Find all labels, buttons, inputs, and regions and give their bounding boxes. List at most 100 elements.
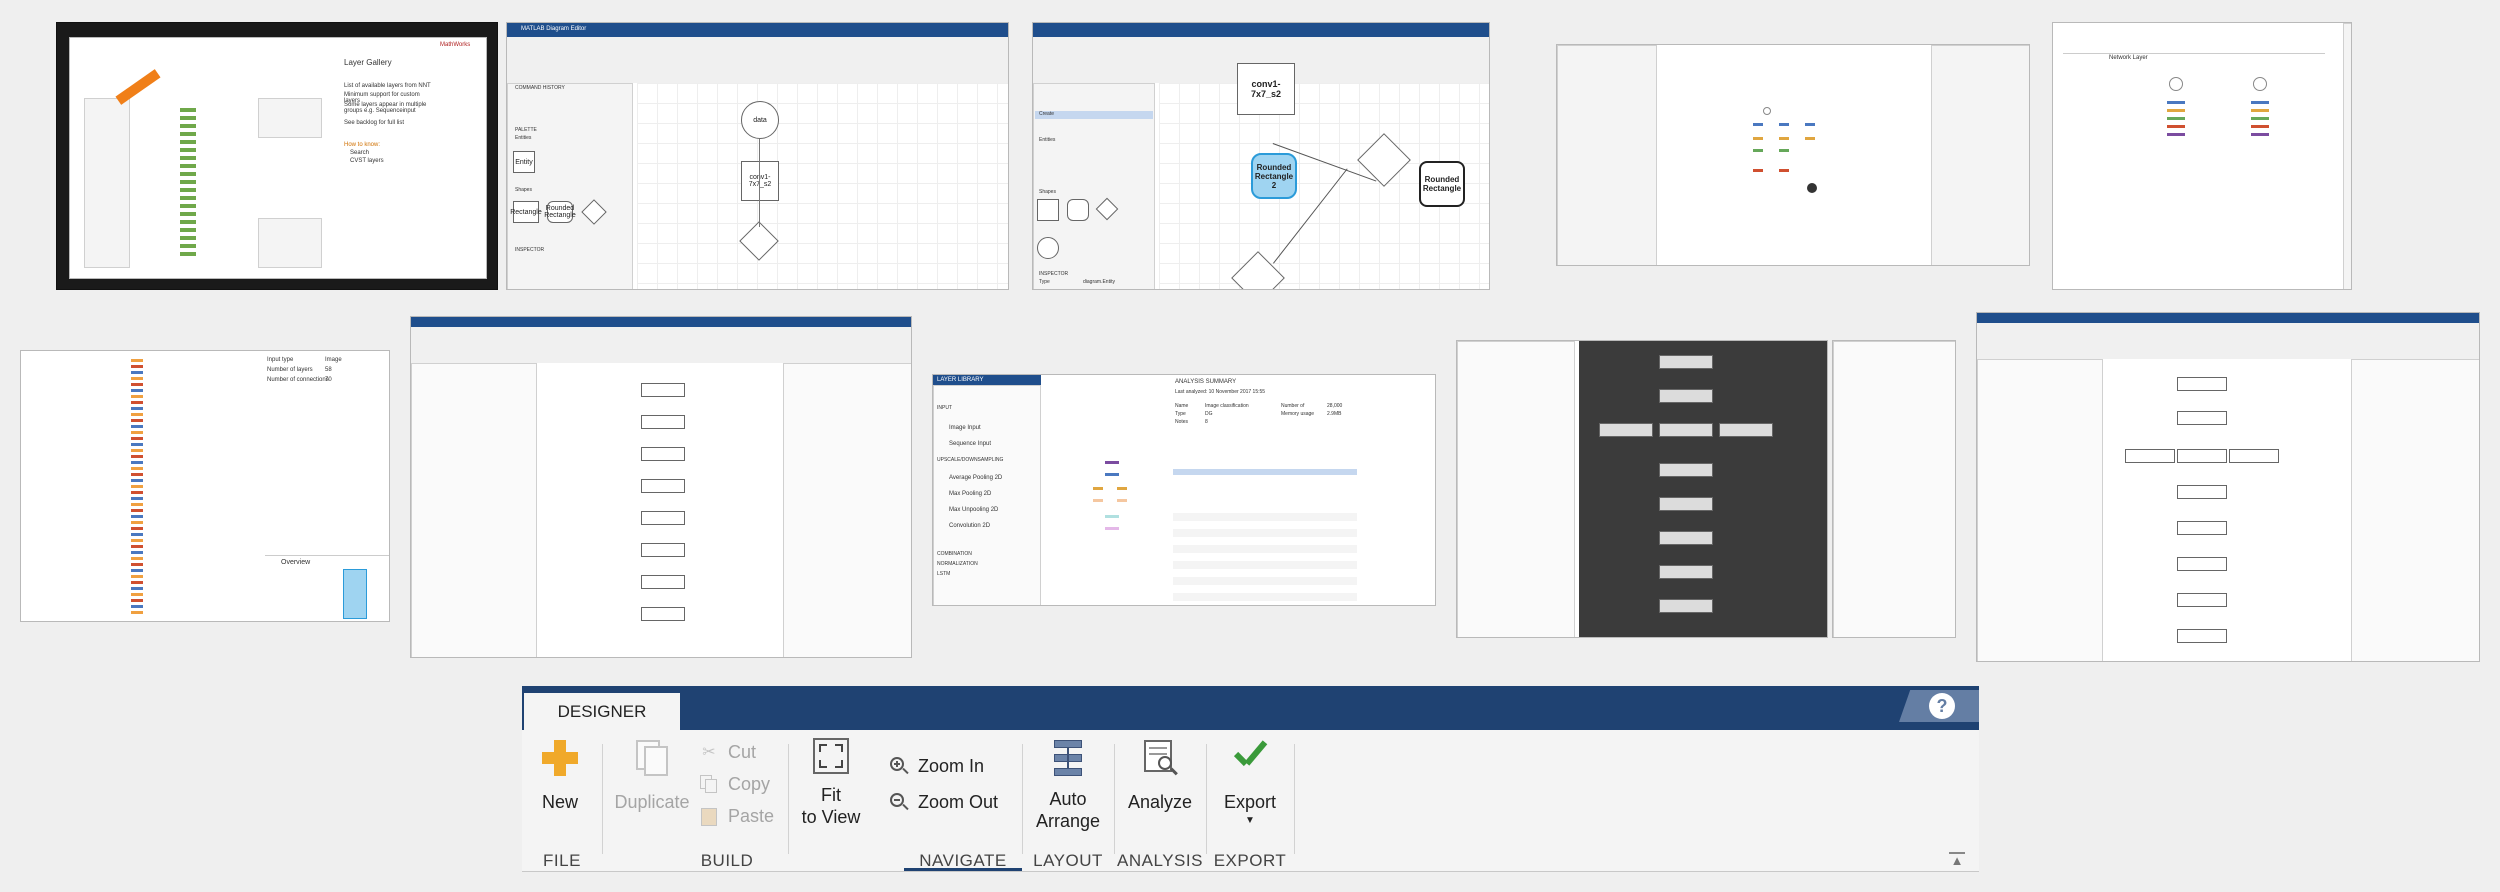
dark-canvas-area[interactable] [1579,341,1827,637]
dnd2-node-2[interactable] [2177,411,2227,425]
thumbnail-network-summary[interactable] [1556,44,2030,266]
export-dropdown-arrow[interactable]: ▼ [1212,815,1288,826]
dnd1-node-4[interactable] [641,479,685,493]
auto-arrange-button[interactable]: Auto Arrange [1032,738,1104,832]
duplicate-button[interactable]: Duplicate [600,738,704,813]
editor1-shape-entity[interactable]: Entity [513,151,535,173]
collapse-toolstrip-icon[interactable]: ▲ [1949,852,1965,868]
library-item-max-pool[interactable]: Max Pooling 2D [949,491,991,497]
editor1-canvas[interactable] [637,83,1008,289]
analysis-note: Last analyzed: 10 November 2017 15:55 [1175,389,1266,395]
new-icon [540,738,580,778]
dnd2-node-6[interactable] [2177,485,2227,499]
editor1-shape-rounded[interactable]: Rounded Rectangle [544,201,576,223]
thumbnail-deep-network-designer-2[interactable] [1976,312,2480,662]
editor1-node-conv1[interactable]: conv1-7x7_s2 [741,161,779,201]
editor2-shape-rect[interactable] [1037,199,1059,221]
library-item-sequence-input[interactable]: Sequence Input [949,441,991,447]
editor2-shape-circle[interactable] [1037,237,1059,259]
dark-node-1[interactable] [1659,355,1713,369]
dnd2-layer-list[interactable] [1977,359,2103,661]
dnd1-node-6[interactable] [641,543,685,557]
mathworks-logo: MathWorks [440,42,471,48]
dnd2-node-9[interactable] [2177,593,2227,607]
dnd1-node-8[interactable] [641,607,685,621]
analysis-memory-label: Memory usage [1281,411,1315,417]
dark-node-2[interactable] [1659,389,1713,403]
dnd1-node-5[interactable] [641,511,685,525]
thumbnail-layer-library[interactable]: LAYER LIBRARY INPUT Image Input Sequence… [932,374,1436,606]
gallery-props [258,98,322,138]
dnd2-node-3[interactable] [2125,449,2175,463]
editor1-shape-rectangle[interactable]: Rectangle [510,201,542,223]
network-layer-divider [2063,53,2325,54]
dark-node-6[interactable] [1659,463,1713,477]
network-layer-scrollbar[interactable] [2343,23,2351,289]
dark-node-8[interactable] [1659,531,1713,545]
group-label-file: FILE [543,851,581,870]
analysis-notes-label: Notes [1175,419,1189,425]
thumbnail-overview[interactable]: Input type Image Number of layers 58 Num… [20,350,390,622]
dark-node-4[interactable] [1659,423,1713,437]
fit-to-view-button[interactable]: Fit to View [798,738,864,828]
library-section-lstm: LSTM [937,571,951,577]
dnd2-node-5[interactable] [2229,449,2279,463]
new-button[interactable]: New [528,738,592,813]
editor1-connector [759,139,760,227]
thumbnail-network-layer[interactable]: Network Layer [2052,22,2352,290]
dark-layer-list[interactable] [1457,341,1575,637]
editor2-panel-create: Create [1039,111,1055,117]
editor2-node-rounded-2[interactable]: Rounded Rectangle 2 [1251,153,1297,199]
dnd2-node-8[interactable] [2177,557,2227,571]
copy-button[interactable]: Copy [698,772,770,796]
paste-button[interactable]: Paste [698,804,774,828]
dnd1-node-3[interactable] [641,447,685,461]
tab-designer[interactable]: DESIGNER [524,690,680,730]
help-icon[interactable]: ? [1929,693,1955,719]
thumbnail-diagram-editor-2[interactable]: Create Entities Shapes INSPECTOR Type di… [1032,22,1490,290]
analysis-selected-row[interactable] [1173,469,1357,475]
library-item-image-input[interactable]: Image Input [949,425,981,431]
dnd2-node-4[interactable] [2177,449,2227,463]
editor2-node-conv1[interactable]: conv1-7x7_s2 [1237,63,1295,115]
editor1-node-data[interactable]: data [741,101,779,139]
dark-node-5[interactable] [1719,423,1773,437]
editor2-node-rounded[interactable]: Rounded Rectangle [1419,161,1465,207]
dnd2-node-7[interactable] [2177,521,2227,535]
summary-layer-panel [1557,45,1657,265]
summary-block-10 [1779,169,1789,172]
thumbnail-props-panel[interactable] [1832,340,1956,638]
dnd1-props[interactable] [783,363,911,657]
dnd2-node-10[interactable] [2177,629,2227,643]
analysis-table[interactable] [1173,505,1357,605]
dark-node-7[interactable] [1659,497,1713,511]
dark-node-3[interactable] [1599,423,1653,437]
editor1-title: MATLAB Diagram Editor [521,26,587,32]
dark-node-9[interactable] [1659,565,1713,579]
overview-viewport[interactable] [343,569,367,619]
props-panel[interactable] [1833,341,1955,637]
dnd1-node-7[interactable] [641,575,685,589]
dnd1-layer-list[interactable] [411,363,537,657]
analyze-button[interactable]: Analyze [1122,738,1198,813]
dnd1-node-2[interactable] [641,415,685,429]
thumbnail-diagram-editor-1[interactable]: MATLAB Diagram Editor COMMAND HISTORY PA… [506,22,1009,290]
thumbnail-deep-network-designer-1[interactable] [410,316,912,658]
library-graph-block-1 [1105,461,1119,464]
cut-button[interactable]: ✂ Cut [698,740,756,764]
library-item-max-unpool[interactable]: Max Unpooling 2D [949,507,998,513]
thumbnail-layer-gallery[interactable]: Layer Gallery MathWorks List of availabl… [56,22,498,290]
dark-node-10[interactable] [1659,599,1713,613]
zoom-in-button[interactable]: Zoom In [888,754,984,778]
library-item-avg-pool[interactable]: Average Pooling 2D [949,475,1002,481]
export-button[interactable]: Export ▼ [1212,738,1288,826]
editor2-shape-rounded[interactable] [1067,199,1089,221]
library-item-conv2d[interactable]: Convolution 2D [949,523,990,529]
zoom-in-icon [888,755,910,777]
navigate-underline [904,868,1022,871]
dnd2-props[interactable] [2351,359,2479,661]
dnd2-node-1[interactable] [2177,377,2227,391]
thumbnail-dark-canvas[interactable] [1456,340,1828,638]
zoom-out-button[interactable]: Zoom Out [888,790,998,814]
dnd1-node-1[interactable] [641,383,685,397]
